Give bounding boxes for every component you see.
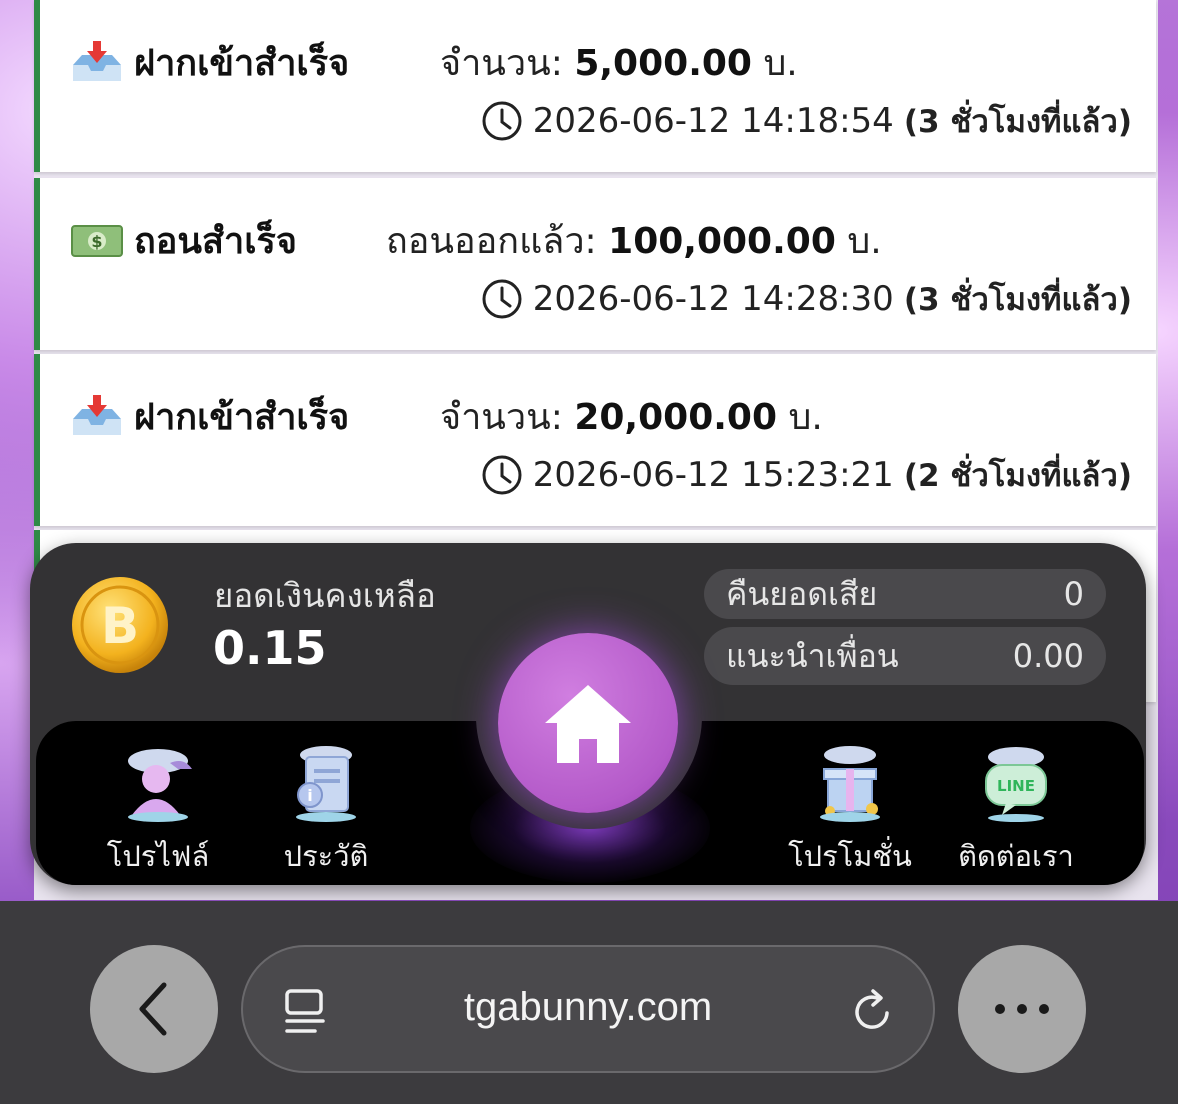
transaction-title-text: ฝากเข้าสำเร็จ [134,43,350,84]
transaction-card[interactable]: ฝากเข้าสำเร็จ จำนวน: 20,000.00 บ. 2026-0… [34,354,1156,526]
gift-box-icon [820,746,880,822]
svg-text:$: $ [91,232,102,251]
transaction-title-text: ฝากเข้าสำเร็จ [134,397,350,438]
back-button[interactable] [90,945,218,1073]
bitcoin-coin-icon: B [72,577,168,673]
time-ago: (2 ชั่วโมงที่แล้ว) [903,458,1132,494]
referral-value: 0.00 [1012,637,1084,675]
time-ago: (3 ชั่วโมงที่แล้ว) [903,282,1132,318]
transaction-amount: ถอนออกแล้ว: 100,000.00 บ. [386,212,882,269]
address-bar[interactable]: tgabunny.com [241,945,935,1073]
amount-label: จำนวน: [440,43,563,84]
cashback-value: 0 [1063,575,1084,613]
transaction-amount: จำนวน: 20,000.00 บ. [440,388,823,445]
line-chat-icon: LINE [985,747,1047,822]
cashback-label: คืนยอดเสีย [726,574,878,613]
amount-value: 100,000.00 [608,221,836,262]
transaction-title: ฝากเข้าสำเร็จ [70,388,349,445]
amount-value: 20,000.00 [574,397,778,438]
referral-pill[interactable]: แนะนำเพื่อน 0.00 [704,627,1106,685]
amount-value: 5,000.00 [574,43,752,84]
ellipsis-icon [995,1004,1049,1014]
transaction-amount: จำนวน: 5,000.00 บ. [440,34,798,91]
chevron-left-icon [139,982,167,1036]
nav-promotion[interactable]: โปรโมชั่น [780,743,920,879]
browser-toolbar: tgabunny.com [0,901,1178,1104]
transaction-title: $ ถอนสำเร็จ [70,212,297,269]
currency: บ. [788,397,823,438]
balance-value: 0.15 [213,621,327,675]
currency: บ. [847,221,882,262]
history-document-icon: i [296,746,356,822]
datetime: 2026-06-12 14:18:54 [532,101,894,141]
nav-profile[interactable]: โปรไฟล์ [88,743,228,879]
banknote-icon: $ [70,219,124,263]
nav-profile-label: โปรไฟล์ [106,839,210,873]
clock-icon [482,455,522,495]
transaction-time: 2026-06-12 15:23:21 (2 ชั่วโมงที่แล้ว) [481,450,1132,500]
transaction-time: 2026-06-12 14:28:30 (3 ชั่วโมงที่แล้ว) [481,274,1132,324]
transaction-card[interactable]: ฝากเข้าสำเร็จ จำนวน: 5,000.00 บ. 2026-06… [34,0,1156,172]
cashback-pill[interactable]: คืนยอดเสีย 0 [704,569,1106,619]
transaction-card[interactable]: $ ถอนสำเร็จ ถอนออกแล้ว: 100,000.00 บ. 20… [34,178,1156,350]
datetime: 2026-06-12 14:28:30 [532,279,894,319]
nav-promotion-label: โปรโมชั่น [788,839,912,873]
home-button[interactable] [498,633,678,813]
transaction-title: ฝากเข้าสำเร็จ [70,34,349,91]
transaction-time: 2026-06-12 14:18:54 (3 ชั่วโมงที่แล้ว) [481,96,1132,146]
clock-icon [482,279,522,319]
more-options-button[interactable] [958,945,1086,1073]
time-ago: (3 ชั่วโมงที่แล้ว) [903,104,1132,140]
inbox-tray-icon [70,40,124,85]
datetime: 2026-06-12 15:23:21 [532,455,894,495]
nav-contact-label: ติดต่อเรา [958,839,1074,873]
inbox-tray-icon [70,394,124,439]
profile-icon [128,749,192,822]
reload-icon[interactable] [849,985,897,1037]
nav-contact[interactable]: LINE ติดต่อเรา [946,743,1086,879]
clock-icon [482,101,522,141]
nav-history[interactable]: i ประวัติ [256,743,396,879]
amount-label: ถอนออกแล้ว: [386,221,597,262]
amount-label: จำนวน: [440,397,563,438]
balance-label: ยอดเงินคงเหลือ [214,576,436,615]
nav-history-label: ประวัติ [283,839,369,873]
referral-label: แนะนำเพื่อน [726,636,899,675]
transaction-title-text: ถอนสำเร็จ [134,221,297,262]
url-text: tgabunny.com [463,985,713,1029]
svg-text:i: i [307,786,312,805]
home-icon [545,685,631,763]
svg-text:LINE: LINE [997,777,1035,795]
svg-text:B: B [101,597,139,655]
currency: บ. [763,43,798,84]
wallet-dock: B ยอดเงินคงเหลือ 0.15 คืนยอดเสีย 0 แนะนำ… [30,543,1146,885]
